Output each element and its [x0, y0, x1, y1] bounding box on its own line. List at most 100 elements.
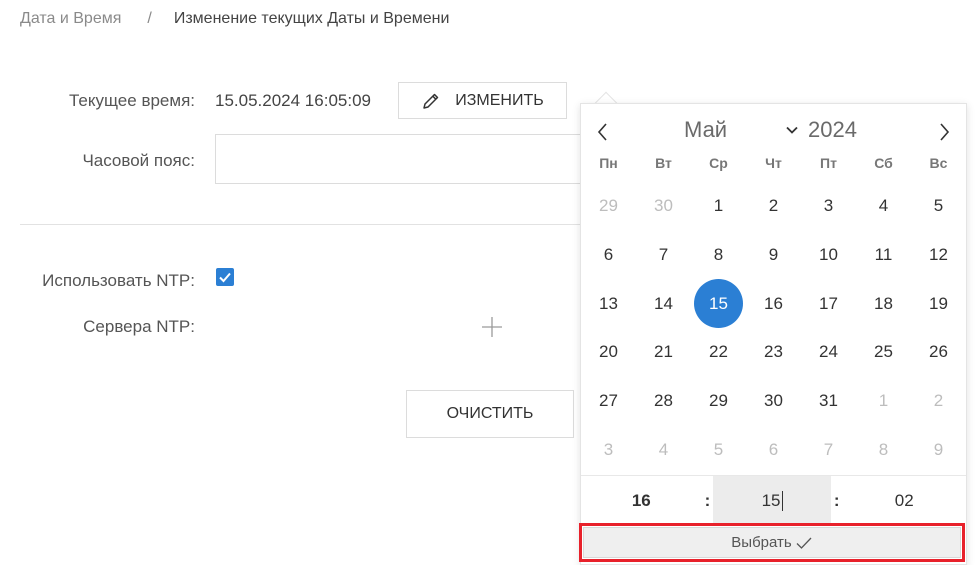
calendar-day-number: 18 — [874, 293, 893, 313]
current-time-label: Текущее время: — [69, 91, 195, 110]
weekday-label: Пт — [820, 155, 837, 171]
calendar-day[interactable]: 25 — [856, 328, 911, 376]
calendar-day[interactable]: 20 — [581, 328, 636, 376]
timezone-select[interactable] — [215, 134, 595, 184]
calendar-day[interactable]: 8 — [691, 231, 746, 279]
breadcrumb-parent-link[interactable]: Дата и Время — [20, 10, 121, 28]
calendar-day[interactable]: 11 — [856, 231, 911, 279]
time-separator: : — [833, 490, 840, 510]
chevron-left-icon[interactable] — [591, 120, 615, 144]
weekday-label: Сб — [874, 155, 893, 171]
calendar-day[interactable]: 30 — [636, 182, 691, 230]
calendar-day-number: 3 — [823, 196, 834, 216]
calendar-day[interactable]: 4 — [636, 426, 691, 474]
calendar-day[interactable]: 12 — [911, 231, 966, 279]
calendar-day-number: 15 — [694, 279, 743, 329]
calendar-day[interactable]: 1 — [691, 182, 746, 230]
calendar-day[interactable]: 29 — [691, 377, 746, 425]
calendar-day[interactable]: 19 — [911, 280, 966, 328]
weekday-label: Ср — [709, 155, 728, 171]
calendar-day-number: 31 — [819, 391, 838, 411]
timezone-label: Часовой пояс: — [82, 151, 195, 170]
calendar-day[interactable]: 22 — [691, 328, 746, 376]
calendar-day[interactable]: 28 — [636, 377, 691, 425]
calendar-day[interactable]: 6 — [746, 426, 801, 474]
clear-button[interactable]: ОЧИСТИТЬ — [406, 390, 574, 438]
select-datetime-button[interactable]: Выбрать — [583, 527, 961, 558]
calendar-day-number: 7 — [823, 439, 834, 459]
calendar-day-number: 1 — [713, 196, 724, 216]
calendar-day[interactable]: 3 — [581, 426, 636, 474]
calendar-day[interactable]: 21 — [636, 328, 691, 376]
chevron-right-icon[interactable] — [932, 120, 956, 144]
calendar-week-row: 6 7 8 9 10 11 12 — [581, 231, 966, 280]
breadcrumb: Дата и Время / Изменение текущих Даты и … — [20, 9, 449, 29]
calendar-day-number: 29 — [599, 196, 618, 216]
calendar-day[interactable]: 6 — [581, 231, 636, 279]
calendar-day-number: 26 — [929, 342, 948, 362]
calendar-day-number: 9 — [933, 439, 944, 459]
calendar-day-number: 11 — [874, 245, 893, 265]
calendar-day[interactable]: 7 — [801, 426, 856, 474]
calendar-day[interactable]: 5 — [911, 182, 966, 230]
year-select[interactable]: 2024 — [808, 117, 857, 143]
calendar-day[interactable]: 14 — [636, 280, 691, 328]
calendar-day[interactable]: 1 — [856, 377, 911, 425]
calendar-day-number: 27 — [599, 391, 618, 411]
add-ntp-server-button[interactable] — [480, 315, 504, 339]
calendar-day-number: 30 — [764, 391, 783, 411]
calendar-day[interactable]: 23 — [746, 328, 801, 376]
time-separator: : — [704, 490, 711, 510]
calendar-day-number: 5 — [713, 439, 724, 459]
calendar-day[interactable]: 10 — [801, 231, 856, 279]
calendar-day[interactable]: 2 — [746, 182, 801, 230]
calendar-day[interactable]: 9 — [911, 426, 966, 474]
calendar-day[interactable]: 3 — [801, 182, 856, 230]
month-select[interactable]: Май — [684, 117, 799, 143]
calendar-day[interactable]: 9 — [746, 231, 801, 279]
calendar-day-selected[interactable]: 15 — [691, 279, 746, 329]
hours-field[interactable]: 16 — [581, 476, 702, 525]
calendar-week-row: 3 4 5 6 7 8 9 — [581, 425, 966, 474]
calendar-day[interactable]: 31 — [801, 377, 856, 425]
calendar-day[interactable]: 5 — [691, 426, 746, 474]
calendar-day-number: 20 — [599, 342, 618, 362]
current-time-value: 15.05.2024 16:05:09 — [215, 91, 371, 110]
minutes-value: 15 — [761, 490, 781, 510]
calendar-day-number: 30 — [654, 196, 673, 216]
clear-button-label: ОЧИСТИТЬ — [446, 405, 534, 422]
calendar-day[interactable]: 7 — [636, 231, 691, 279]
calendar-day[interactable]: 17 — [801, 280, 856, 328]
calendar-day[interactable]: 30 — [746, 377, 801, 425]
calendar-day-number: 13 — [599, 293, 618, 313]
use-ntp-checkbox[interactable] — [216, 268, 234, 286]
calendar-day-number: 4 — [878, 196, 889, 216]
calendar-day[interactable]: 8 — [856, 426, 911, 474]
calendar-day-number: 29 — [709, 391, 728, 411]
calendar-day[interactable]: 24 — [801, 328, 856, 376]
calendar-week-row: 20 21 22 23 24 25 26 — [581, 328, 966, 377]
calendar-day-number: 14 — [654, 293, 673, 313]
weekday-label: Пн — [599, 155, 618, 171]
seconds-field[interactable]: 02 — [842, 476, 966, 525]
calendar-day-number: 3 — [603, 439, 614, 459]
calendar-day-number: 17 — [819, 293, 838, 313]
calendar-day-number: 22 — [709, 342, 728, 362]
calendar-week-row: 29 30 1 2 3 4 5 — [581, 182, 966, 231]
calendar-day[interactable]: 4 — [856, 182, 911, 230]
ntp-servers-label: Сервера NTP: — [83, 317, 195, 336]
calendar-day[interactable]: 2 — [911, 377, 966, 425]
calendar-day[interactable]: 26 — [911, 328, 966, 376]
text-cursor — [781, 490, 783, 511]
weekday-header: Пн Вт Ср Чт Пт Сб Вс — [581, 155, 966, 171]
calendar-day-number: 8 — [878, 439, 889, 459]
checkmark-icon — [219, 272, 231, 283]
calendar-day[interactable]: 27 — [581, 377, 636, 425]
calendar-day[interactable]: 29 — [581, 182, 636, 230]
calendar-day[interactable]: 18 — [856, 280, 911, 328]
calendar-day[interactable]: 16 — [746, 280, 801, 328]
checkmark-icon — [796, 537, 812, 549]
calendar-day[interactable]: 13 — [581, 280, 636, 328]
change-time-button[interactable]: ИЗМЕНИТЬ — [398, 82, 567, 119]
minutes-field[interactable]: 15 — [713, 476, 831, 525]
